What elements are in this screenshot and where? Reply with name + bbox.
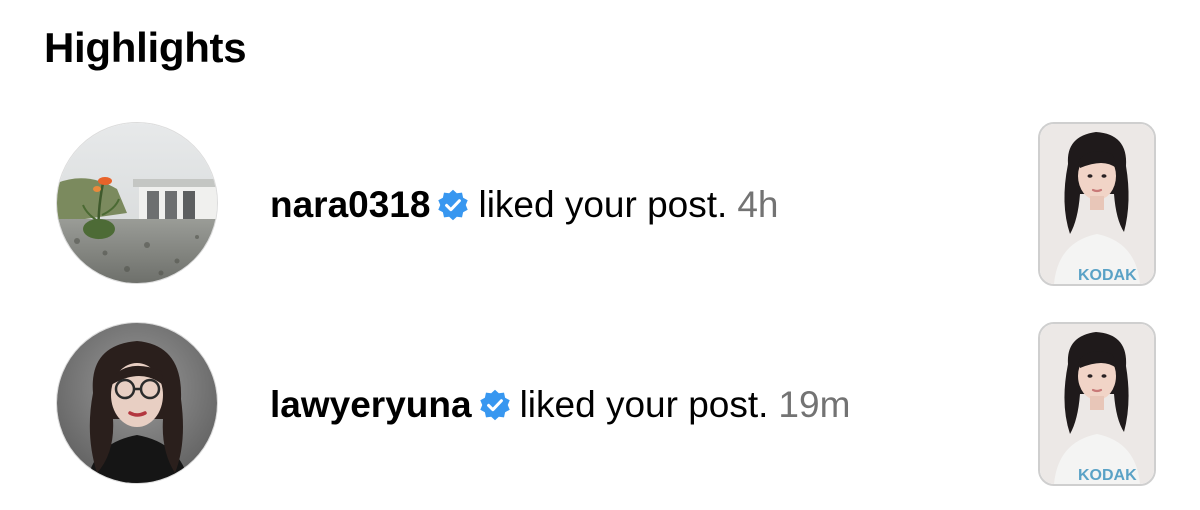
- landscape-flower-avatar-icon: [57, 123, 217, 283]
- username[interactable]: lawyeryuna: [270, 380, 472, 430]
- notification-row[interactable]: lawyeryuna liked your post. 19m KODAK: [0, 320, 1200, 490]
- avatar[interactable]: [56, 122, 218, 284]
- verified-badge-icon: [436, 188, 470, 222]
- notifications-page: Highlights nara0318 liked your post. 4h …: [0, 0, 1200, 510]
- notification-time: 4h: [737, 184, 779, 225]
- post-thumbnail[interactable]: KODAK: [1038, 322, 1156, 486]
- portrait-post-thumbnail-icon: KODAK: [1040, 124, 1154, 284]
- verified-badge-icon: [478, 388, 512, 422]
- thumbnail-print-text: KODAK: [1078, 267, 1137, 284]
- username[interactable]: nara0318: [270, 180, 430, 230]
- section-title: Highlights: [44, 24, 247, 71]
- notification-action: liked your post.: [478, 184, 728, 225]
- notification-row[interactable]: nara0318 liked your post. 4h KODAK: [0, 120, 1200, 290]
- portrait-glasses-avatar-icon: [57, 323, 217, 483]
- thumbnail-print-text: KODAK: [1078, 467, 1137, 484]
- notification-text: lawyeryuna liked your post. 19m: [270, 380, 850, 430]
- notification-text: nara0318 liked your post. 4h: [270, 180, 778, 230]
- post-thumbnail[interactable]: KODAK: [1038, 122, 1156, 286]
- avatar[interactable]: [56, 322, 218, 484]
- notification-action: liked your post.: [519, 384, 769, 425]
- notification-time: 19m: [778, 384, 851, 425]
- portrait-post-thumbnail-icon: KODAK: [1040, 324, 1154, 484]
